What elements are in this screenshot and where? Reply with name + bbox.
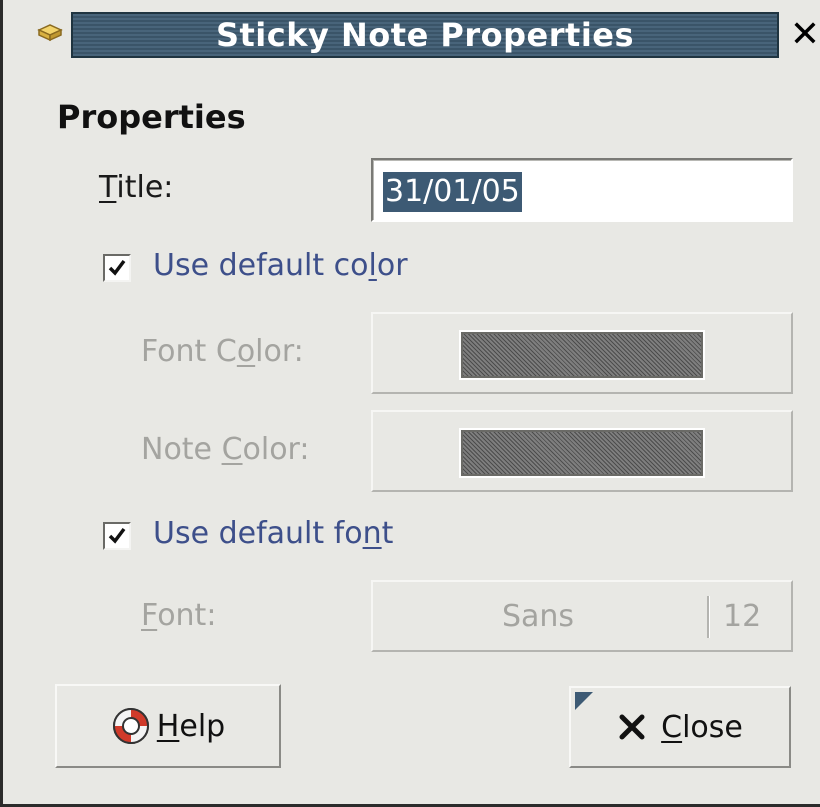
- note-color-label-post: olor:: [242, 432, 310, 467]
- font-label: Font:: [141, 598, 216, 633]
- title-input-value: 31/01/05: [383, 172, 522, 212]
- lifebuoy-icon: [112, 708, 149, 744]
- default-font-checkbox[interactable]: [103, 522, 131, 550]
- font-color-button[interactable]: [371, 312, 793, 394]
- title-input[interactable]: 31/01/05: [371, 158, 793, 222]
- title-label-mnemonic: T: [99, 170, 117, 205]
- default-font-label[interactable]: Use default font: [153, 516, 393, 551]
- font-label-post: ont:: [157, 598, 217, 633]
- sticky-note-icon[interactable]: [37, 22, 63, 44]
- help-label: Help: [157, 709, 225, 744]
- close-icon: [619, 714, 645, 740]
- close-button[interactable]: Close: [569, 686, 791, 768]
- default-font-label-post: t: [381, 516, 394, 551]
- default-color-label-mnemonic: l: [368, 248, 377, 283]
- help-label-mnemonic: H: [156, 708, 180, 744]
- note-color-label: Note Color:: [141, 432, 309, 467]
- close-label: Close: [661, 710, 743, 745]
- title-bar[interactable]: Sticky Note Properties: [71, 12, 779, 58]
- title-label: Title:: [99, 170, 173, 205]
- default-color-label-pre: Use default co: [153, 248, 369, 283]
- close-label-mnemonic: C: [661, 709, 683, 745]
- window-title: Sticky Note Properties: [215, 16, 635, 54]
- note-color-button[interactable]: [371, 410, 793, 492]
- font-name: Sans: [501, 598, 575, 634]
- default-color-label[interactable]: Use default color: [153, 248, 408, 283]
- default-color-checkbox[interactable]: [103, 254, 131, 282]
- close-label-rest: lose: [682, 709, 743, 745]
- font-color-label-mnemonic: o: [236, 334, 256, 369]
- font-size: 12: [723, 598, 762, 634]
- font-color-label: Font Color:: [141, 334, 304, 369]
- font-color-swatch: [461, 332, 703, 378]
- font-label-mnemonic: F: [141, 598, 158, 633]
- sticky-note-properties-dialog: Sticky Note Properties ✕ Properties Titl…: [0, 0, 820, 807]
- default-color-label-post: or: [376, 248, 408, 283]
- checkmark-icon: [108, 527, 126, 544]
- font-separator: [707, 596, 709, 638]
- note-color-label-pre: Note: [141, 432, 222, 467]
- checkmark-icon: [108, 259, 126, 276]
- note-color-swatch: [461, 430, 703, 476]
- help-button-content: Help: [57, 686, 279, 766]
- window-close-button[interactable]: ✕: [787, 14, 820, 56]
- font-color-label-post: lor:: [255, 334, 304, 369]
- default-font-label-pre: Use default fo: [153, 516, 363, 551]
- help-button[interactable]: Help: [55, 684, 281, 768]
- section-title: Properties: [57, 98, 246, 136]
- close-button-content: Close: [571, 688, 789, 766]
- default-font-label-mnemonic: n: [362, 516, 382, 551]
- font-picker-button[interactable]: Sans 12: [371, 580, 793, 652]
- help-label-rest: elp: [179, 708, 226, 744]
- note-color-label-mnemonic: C: [221, 432, 243, 467]
- title-label-rest: itle:: [116, 170, 174, 205]
- close-icon: ✕: [789, 14, 820, 55]
- font-color-label-pre: Font C: [141, 334, 237, 369]
